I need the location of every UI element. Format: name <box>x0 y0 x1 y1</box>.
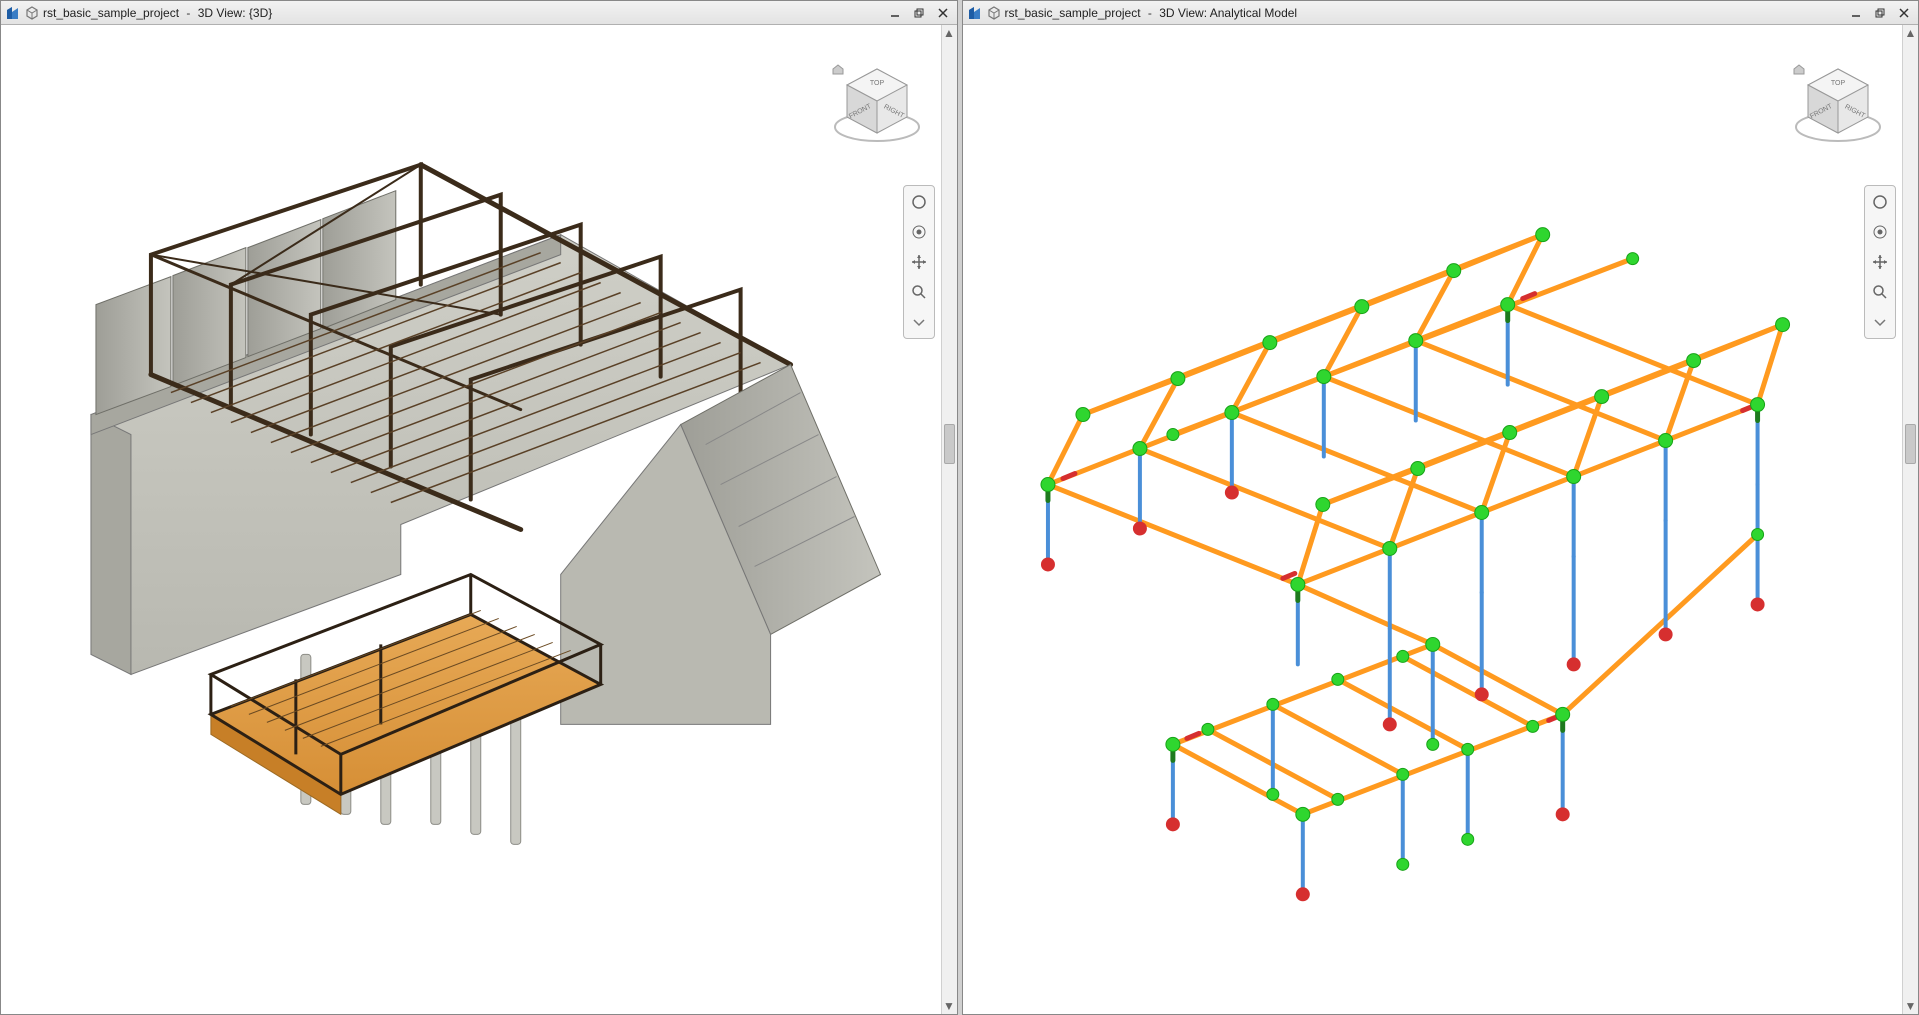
view-3d-icon <box>987 6 1001 20</box>
close-button[interactable] <box>933 5 953 21</box>
left-viewport[interactable]: TOP FRONT RIGHT <box>1 25 957 1014</box>
left-titlebar[interactable]: rst_basic_sample_project - 3D View: {3D} <box>1 1 957 25</box>
right-analytical-model[interactable] <box>963 25 1903 1014</box>
minimize-button[interactable] <box>1846 5 1866 21</box>
nav-zoom-button[interactable] <box>907 280 931 304</box>
analytical-nodes <box>1040 228 1789 871</box>
analytical-beams <box>1047 235 1782 815</box>
revit-app-icon <box>967 5 983 21</box>
minimize-button[interactable] <box>885 5 905 21</box>
rigid-links <box>1047 305 1757 761</box>
left-pane: rst_basic_sample_project - 3D View: {3D} <box>0 0 958 1015</box>
analytical-columns <box>1047 305 1757 895</box>
nav-wheel-button[interactable] <box>1868 220 1892 244</box>
nav-expand-icon[interactable] <box>907 310 931 334</box>
slab-edge-front <box>91 415 131 675</box>
nav-pan-button[interactable] <box>1868 250 1892 274</box>
right-pane: rst_basic_sample_project - 3D View: Anal… <box>962 0 1919 1015</box>
right-title-project: rst_basic_sample_project <box>1005 6 1141 20</box>
viewcube-top-label[interactable]: TOP <box>869 80 884 87</box>
left-title-view: 3D View: {3D} <box>198 6 273 20</box>
right-viewport[interactable]: TOP FRONT RIGHT ▲ ▼ <box>963 25 1919 1014</box>
nav-expand-icon[interactable] <box>1868 310 1892 334</box>
restore-button[interactable] <box>909 5 929 21</box>
left-scrollbar[interactable]: ▲ ▼ <box>941 25 957 1014</box>
viewcube[interactable]: TOP FRONT RIGHT <box>1788 55 1888 155</box>
left-3d-model[interactable] <box>1 25 941 1014</box>
view-3d-icon <box>25 6 39 20</box>
right-title-view: 3D View: Analytical Model <box>1159 6 1297 20</box>
viewcube-top-label[interactable]: TOP <box>1831 80 1846 87</box>
right-titlebar[interactable]: rst_basic_sample_project - 3D View: Anal… <box>963 1 1919 25</box>
navigation-bar[interactable] <box>903 185 935 339</box>
title-separator: - <box>1145 6 1156 20</box>
scroll-down-icon[interactable]: ▼ <box>942 998 957 1014</box>
nav-full-button[interactable] <box>1868 190 1892 214</box>
nav-full-button[interactable] <box>907 190 931 214</box>
scroll-up-icon[interactable]: ▲ <box>1903 25 1918 41</box>
left-title-project: rst_basic_sample_project <box>43 6 179 20</box>
navigation-bar[interactable] <box>1864 185 1896 339</box>
scroll-thumb[interactable] <box>944 424 955 464</box>
nav-pan-button[interactable] <box>907 250 931 274</box>
nav-wheel-button[interactable] <box>907 220 931 244</box>
restore-button[interactable] <box>1870 5 1890 21</box>
scroll-up-icon[interactable]: ▲ <box>942 25 957 41</box>
close-button[interactable] <box>1894 5 1914 21</box>
viewcube[interactable]: TOP FRONT RIGHT <box>827 55 927 155</box>
right-scrollbar[interactable]: ▲ ▼ <box>1902 25 1918 1014</box>
nav-zoom-button[interactable] <box>1868 280 1892 304</box>
scroll-down-icon[interactable]: ▼ <box>1903 998 1918 1014</box>
scroll-track[interactable] <box>1903 41 1918 998</box>
title-separator: - <box>183 6 194 20</box>
scroll-thumb[interactable] <box>1905 424 1916 464</box>
scroll-track[interactable] <box>942 41 957 998</box>
revit-app-icon <box>5 5 21 21</box>
